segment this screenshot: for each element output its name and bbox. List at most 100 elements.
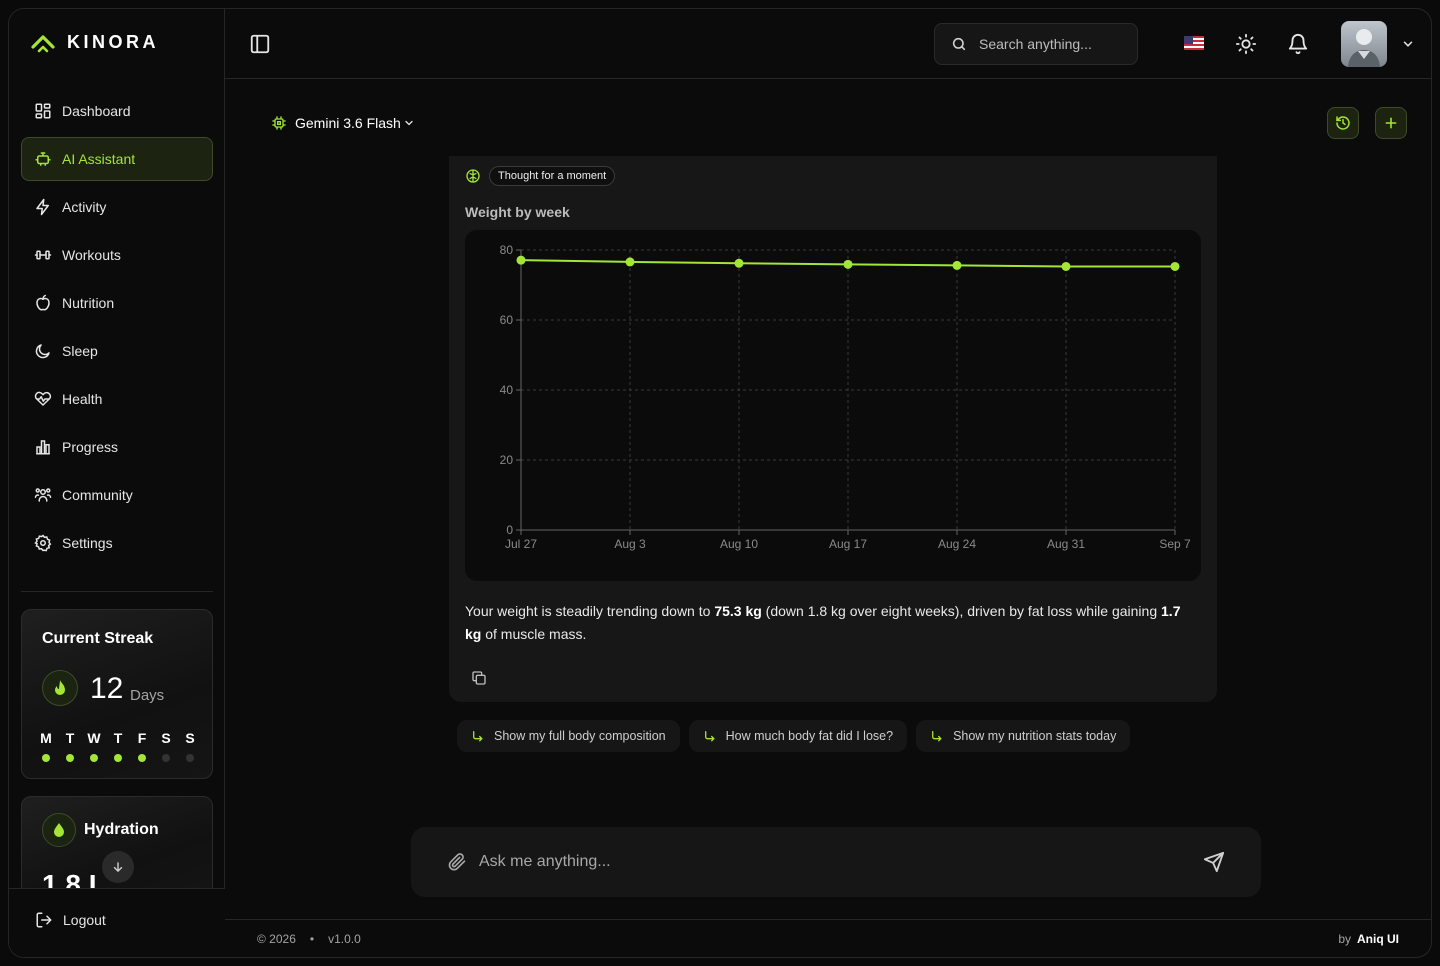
x-tick-label: Aug 10 <box>720 537 758 551</box>
search-icon <box>952 37 966 51</box>
day-letter: T <box>65 730 75 746</box>
sidebar-item-label: Nutrition <box>62 295 115 311</box>
chat-composer <box>411 827 1261 897</box>
us-flag-icon <box>1184 36 1204 50</box>
suggestion-chip[interactable]: Show my nutrition stats today <box>916 720 1131 752</box>
suggestion-label: Show my full body composition <box>494 729 666 743</box>
day-letter: S <box>161 730 171 746</box>
copy-icon <box>472 671 486 685</box>
weight-chart: 0 20 40 60 80 Jul 27 Aug 3 Aug 10 Aug 17 Aug 24 Au… <box>465 230 1201 581</box>
chat-input[interactable] <box>479 853 1179 871</box>
bot-icon <box>35 152 51 166</box>
sidebar-item-label: Progress <box>62 439 119 455</box>
sidebar-item-progress[interactable]: Progress <box>21 425 213 469</box>
sidebar-item-community[interactable]: Community <box>21 473 213 517</box>
notifications-button[interactable] <box>1287 33 1309 60</box>
streak-card: Current Streak 12 Days M T W T F S S <box>21 609 213 779</box>
suggestion-chip[interactable]: How much body fat did I lose? <box>688 720 908 752</box>
x-tick-label: Jul 27 <box>505 537 537 551</box>
sidebar-divider <box>21 591 213 592</box>
brand-name: KINORA <box>67 31 159 52</box>
assistant-message: Thought for a moment Weight by week 0 20 4… <box>449 156 1217 702</box>
footer-by: by <box>1338 932 1351 946</box>
day-dot-done <box>114 754 122 762</box>
logout-area: Logout <box>9 888 225 957</box>
data-point <box>516 255 526 265</box>
streak-unit: Days <box>130 687 165 704</box>
day-letter: S <box>185 730 195 746</box>
thought-label: Thought for a moment <box>489 166 616 186</box>
sidebar-item-ai-assistant[interactable]: AI Assistant <box>21 137 213 181</box>
corner-arrow-icon <box>932 730 942 741</box>
data-point <box>1061 261 1071 271</box>
logout-button[interactable]: Logout <box>35 911 106 929</box>
theme-toggle-button[interactable] <box>1235 33 1257 60</box>
search-input[interactable] <box>979 36 1119 52</box>
day-dot-done <box>42 754 50 762</box>
history-button[interactable] <box>1327 107 1359 139</box>
streak-day: T <box>106 730 130 762</box>
x-tick-label: Aug 3 <box>614 537 646 551</box>
streak-day: S <box>178 730 202 762</box>
top-header <box>225 9 1431 79</box>
paperclip-icon[interactable] <box>447 852 467 872</box>
suggestion-list: Show my full body composition How much b… <box>457 720 1131 752</box>
logout-label: Logout <box>63 912 106 928</box>
apple-icon <box>36 294 50 311</box>
data-point <box>1170 261 1180 271</box>
sidebar-item-label: Settings <box>62 535 113 551</box>
plus-icon <box>1385 117 1397 129</box>
sidebar-item-workouts[interactable]: Workouts <box>21 233 213 277</box>
send-button[interactable] <box>1203 851 1225 878</box>
message-text: Your weight is steadily trending down to… <box>465 600 1185 646</box>
message-part: (down 1.8 kg over eight weeks), driven b… <box>761 603 1162 619</box>
user-avatar[interactable] <box>1341 21 1387 67</box>
search-box[interactable] <box>934 23 1138 65</box>
day-letter: W <box>87 730 101 746</box>
language-flag-button[interactable] <box>1184 36 1204 50</box>
copy-button[interactable] <box>471 670 487 691</box>
streak-day: W <box>82 730 106 762</box>
model-selector[interactable]: Gemini 3.6 Flash <box>271 115 415 131</box>
weight-line-chart: 0 20 40 60 80 Jul 27 Aug 3 Aug 10 Aug 17 Aug 24 Au… <box>500 243 1191 551</box>
brand-logo[interactable]: KINORA <box>31 31 159 53</box>
dumbbell-icon <box>34 250 52 260</box>
scroll-down-button[interactable] <box>102 851 134 883</box>
history-icon <box>1336 116 1350 130</box>
new-chat-button[interactable] <box>1375 107 1407 139</box>
sidebar-item-label: Workouts <box>62 247 121 263</box>
message-bold: 75.3 kg <box>714 603 762 619</box>
footer-credit: by Aniq UI <box>1338 932 1399 946</box>
sidebar-item-sleep[interactable]: Sleep <box>21 329 213 373</box>
sun-icon <box>1235 33 1257 55</box>
heart-pulse-icon <box>34 391 52 406</box>
suggestion-label: Show my nutrition stats today <box>953 729 1117 743</box>
user-menu-button[interactable] <box>1401 37 1415 56</box>
sidebar-item-activity[interactable]: Activity <box>21 185 213 229</box>
streak-day: S <box>154 730 178 762</box>
message-part: of muscle mass. <box>481 626 587 642</box>
footer-author-link[interactable]: Aniq UI <box>1357 932 1399 946</box>
water-drop-icon <box>54 823 64 837</box>
app-window: KINORA Dashboard AI Assistant Activity W… <box>8 8 1432 958</box>
sidebar-item-dashboard[interactable]: Dashboard <box>21 89 213 133</box>
y-tick-label: 20 <box>500 453 514 467</box>
sidebar-item-nutrition[interactable]: Nutrition <box>21 281 213 325</box>
day-dot-done <box>138 754 146 762</box>
data-point <box>843 259 853 269</box>
users-icon <box>34 488 52 502</box>
day-letter: T <box>113 730 123 746</box>
sidebar-item-settings[interactable]: Settings <box>21 521 213 565</box>
suggestion-chip[interactable]: Show my full body composition <box>457 720 680 752</box>
streak-day: M <box>34 730 58 762</box>
hydration-title: Hydration <box>84 821 159 838</box>
footer: © 2026 • v1.0.0 by Aniq UI <box>225 919 1431 957</box>
thought-indicator[interactable]: Thought for a moment <box>465 166 616 186</box>
arrow-down-icon <box>113 862 123 873</box>
sidebar-item-health[interactable]: Health <box>21 377 213 421</box>
sidebar-item-label: Sleep <box>62 343 98 359</box>
x-tick-label: Aug 17 <box>829 537 867 551</box>
sidebar-toggle-button[interactable] <box>249 33 271 60</box>
main-content: Gemini 3.6 Flash Thought for a moment We… <box>225 79 1431 919</box>
data-point <box>734 258 744 268</box>
